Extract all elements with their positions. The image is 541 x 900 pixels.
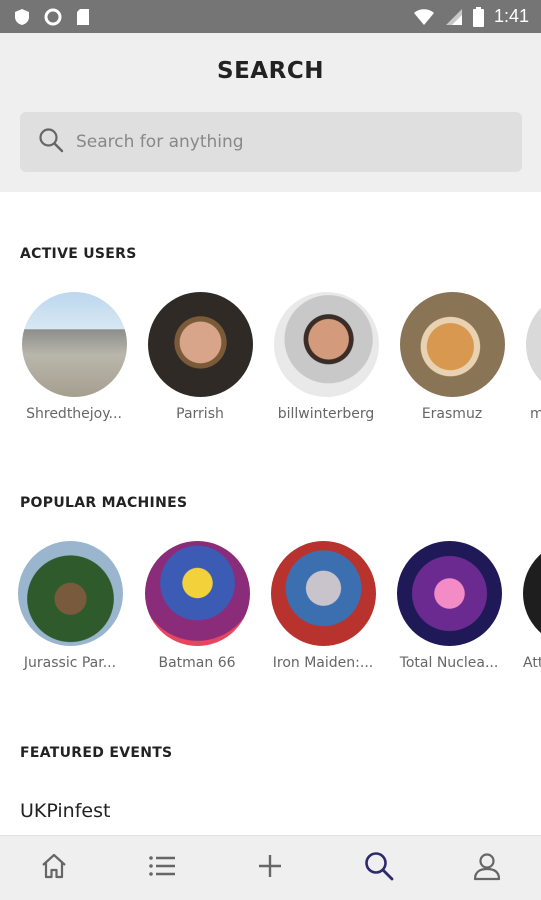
user-avatar (273, 292, 379, 397)
nav-add[interactable] (240, 838, 300, 898)
wifi-icon (413, 8, 435, 26)
active-users-carousel[interactable]: Shredthejoy... Parrish billwinterberg Er… (0, 292, 541, 432)
search-icon (38, 127, 64, 157)
battery-icon (472, 6, 484, 27)
machine-item[interactable]: Iron Maiden:... (263, 541, 383, 671)
nav-list[interactable] (132, 838, 192, 898)
status-bar: 1:41 (0, 0, 541, 33)
machine-item[interactable]: Total Nuclea... (389, 541, 509, 671)
machine-name: Jurassic Par... (23, 655, 117, 671)
machine-image (522, 541, 541, 646)
signal-icon (445, 8, 463, 26)
user-name: Parrish (176, 406, 224, 422)
machine-image (144, 541, 250, 646)
sd-card-icon (76, 8, 90, 26)
active-users-heading: ACTIVE USERS (20, 246, 137, 262)
user-item[interactable]: billwinterberg (266, 292, 386, 422)
user-item[interactable]: Shredthejoy... (14, 292, 134, 422)
search-icon (363, 850, 395, 886)
search-header: SEARCH (0, 33, 541, 192)
plus-icon (257, 853, 283, 883)
machine-image (270, 541, 376, 646)
machine-name: Batman 66 (158, 655, 236, 671)
user-item[interactable]: Parrish (140, 292, 260, 422)
circle-icon (44, 8, 62, 26)
search-input[interactable] (76, 132, 496, 152)
machine-name: Total Nuclea... (399, 655, 499, 671)
machine-name: Att (523, 655, 541, 671)
user-name: Erasmuz (421, 406, 483, 422)
status-time: 1:41 (493, 6, 529, 26)
machine-image (396, 541, 502, 646)
user-avatar (525, 292, 541, 397)
user-name: m (518, 406, 541, 422)
event-item[interactable]: UKPinfest (20, 800, 110, 822)
bottom-nav (0, 835, 541, 900)
machine-image (17, 541, 123, 646)
popular-machines-heading: POPULAR MACHINES (20, 495, 188, 511)
user-item[interactable]: Erasmuz (392, 292, 512, 422)
user-avatar (399, 292, 505, 397)
nav-search[interactable] (349, 838, 409, 898)
search-box[interactable] (20, 112, 522, 172)
user-avatar (21, 292, 127, 397)
machine-item[interactable]: Jurassic Par... (10, 541, 130, 671)
nav-home[interactable] (24, 838, 84, 898)
user-name: Shredthejoy... (26, 406, 122, 422)
machine-item[interactable]: Att (515, 541, 541, 671)
profile-icon (472, 851, 502, 885)
page-title: SEARCH (217, 58, 324, 84)
machine-name: Iron Maiden:... (272, 655, 374, 671)
user-avatar (147, 292, 253, 397)
list-icon (147, 851, 177, 885)
user-item[interactable]: m (518, 292, 541, 422)
search-screen: 1:41 SEARCH ACTIVE USERS Shredthejoy... … (0, 0, 541, 900)
user-name: billwinterberg (277, 406, 375, 422)
featured-events-heading: FEATURED EVENTS (20, 745, 173, 761)
nav-profile[interactable] (457, 838, 517, 898)
popular-machines-carousel[interactable]: Jurassic Par... Batman 66 Iron Maiden:..… (0, 541, 541, 681)
shield-icon (14, 8, 30, 26)
machine-item[interactable]: Batman 66 (137, 541, 257, 671)
home-icon (39, 851, 69, 885)
